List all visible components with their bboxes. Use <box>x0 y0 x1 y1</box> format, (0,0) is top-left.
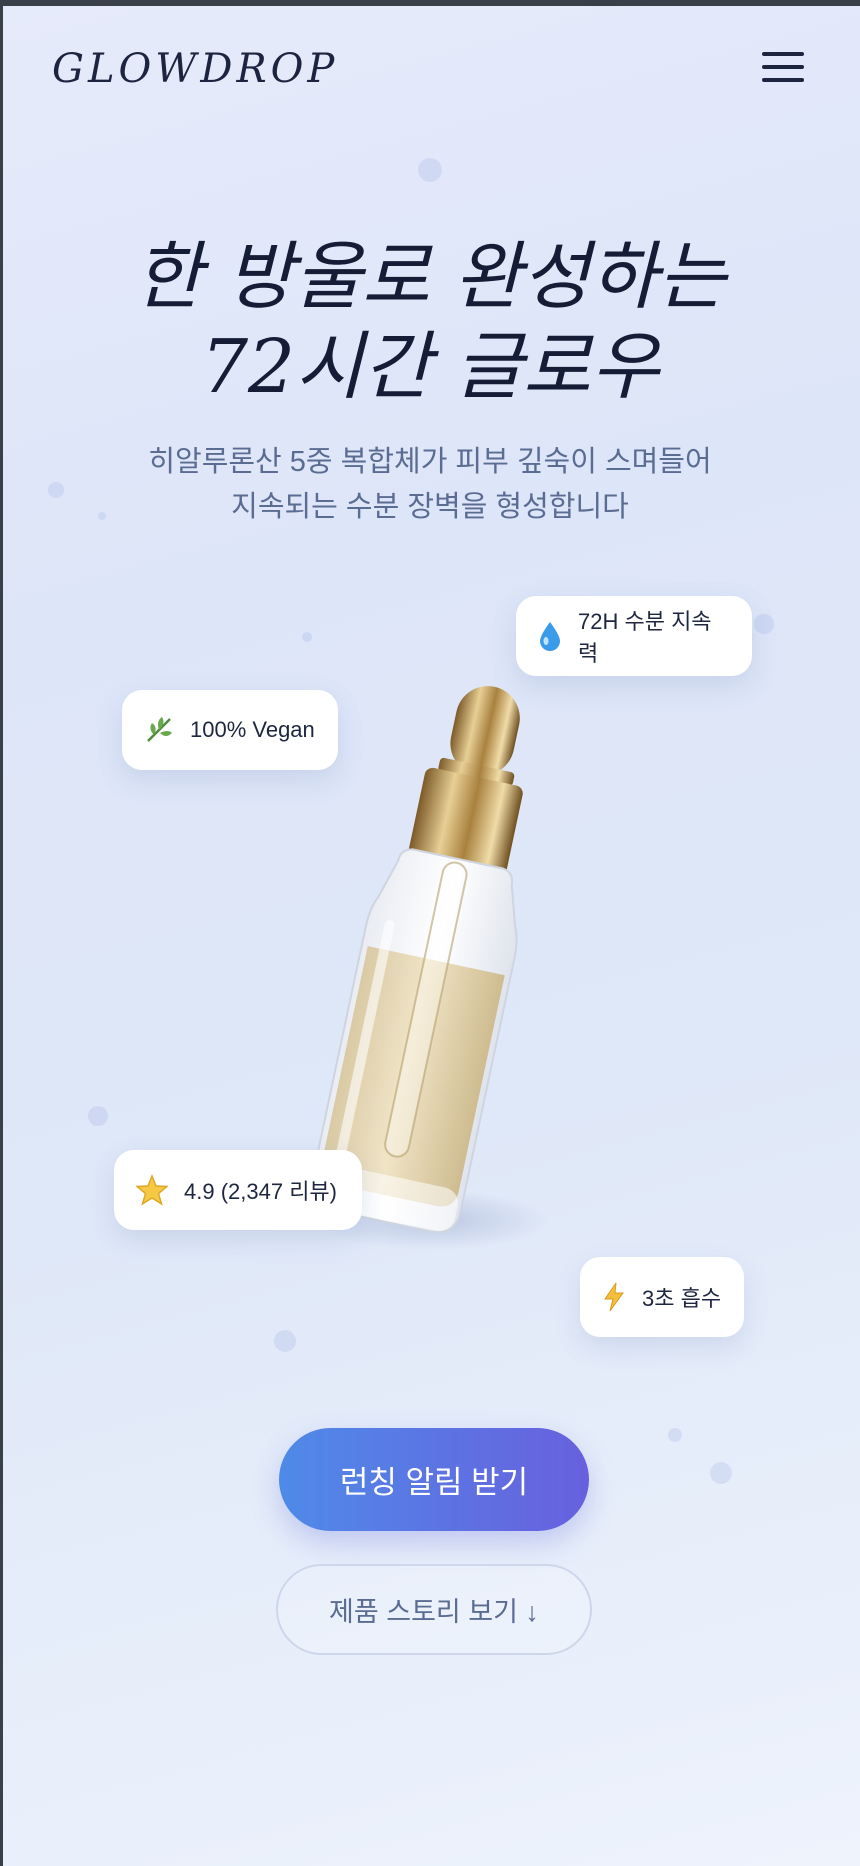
lightning-icon <box>602 1282 626 1312</box>
brand-logo[interactable]: GLOWDROP <box>52 46 338 92</box>
menu-bar <box>762 52 804 56</box>
hamburger-menu-icon[interactable] <box>762 52 804 86</box>
decor-bubble <box>418 158 442 182</box>
water-drop-icon <box>538 621 562 651</box>
hero-subtitle-line-2: 지속되는 수분 장벽을 형성합니다 <box>231 491 629 523</box>
decor-bubble <box>88 1106 108 1126</box>
launch-notify-button[interactable]: 런칭 알림 받기 <box>279 1428 589 1531</box>
badge-vegan: 100% Vegan <box>122 690 338 770</box>
badge-hydration-label: 72H 수분 지속력 <box>578 609 712 666</box>
decor-bubble <box>668 1428 682 1442</box>
badge-vegan-label: 100% Vegan <box>190 717 315 742</box>
decor-bubble <box>710 1462 732 1484</box>
hero-subtitle-line-1: 히알루론산 5중 복합체가 피부 깊숙이 스며들어 <box>148 446 712 478</box>
hero-title-line-2: 72시간 글로우 <box>200 324 660 410</box>
hero-title-line-1: 한 방울로 완성하는 <box>134 234 726 320</box>
decor-bubble <box>302 632 312 642</box>
decor-bubble <box>274 1330 296 1352</box>
hero-title: 한 방울로 완성하는 72시간 글로우 <box>0 232 860 412</box>
badge-hydration: 72H 수분 지속력 <box>516 596 752 676</box>
badge-absorb: 3초 흡수 <box>580 1257 744 1337</box>
decor-bubble <box>754 614 774 634</box>
badge-absorb-label: 3초 흡수 <box>642 1286 722 1311</box>
badge-rating-label: 4.9 (2,347 리뷰) <box>184 1179 337 1204</box>
badge-rating: 4.9 (2,347 리뷰) <box>114 1150 362 1230</box>
menu-bar <box>762 78 804 82</box>
hero-subtitle: 히알루론산 5중 복합체가 피부 깊숙이 스며들어 지속되는 수분 장벽을 형성… <box>0 440 860 530</box>
star-icon <box>136 1174 168 1206</box>
site-header: GLOWDROP <box>0 0 860 140</box>
leaf-icon <box>144 715 174 745</box>
menu-bar <box>762 65 804 69</box>
product-story-button[interactable]: 제품 스토리 보기 ↓ <box>276 1564 592 1655</box>
